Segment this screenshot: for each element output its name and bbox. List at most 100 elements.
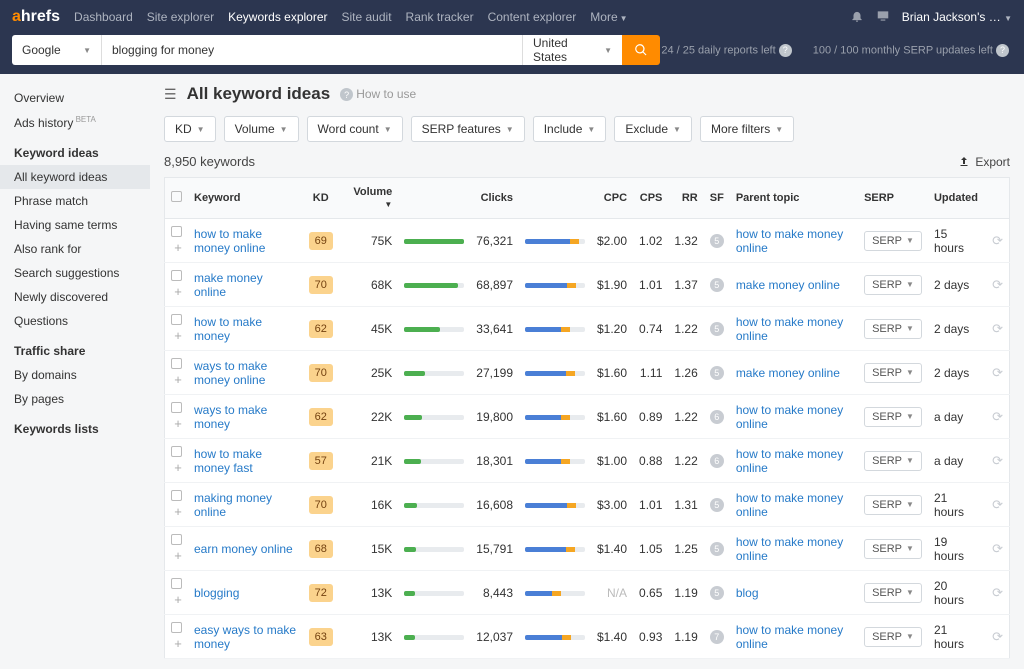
serp-button[interactable]: SERP ▼ [864, 363, 922, 383]
expand-icon[interactable]: + [174, 592, 182, 607]
refresh-icon[interactable]: ⟳ [992, 585, 1003, 600]
row-checkbox[interactable] [171, 578, 182, 589]
expand-icon[interactable]: + [174, 504, 182, 519]
nav-more[interactable]: More▼ [590, 10, 627, 24]
sidebar-item-newly-discovered[interactable]: Newly discovered [0, 285, 150, 309]
col-parent[interactable]: Parent topic [730, 178, 858, 219]
refresh-icon[interactable]: ⟳ [992, 321, 1003, 336]
serp-button[interactable]: SERP ▼ [864, 319, 922, 339]
col-keyword[interactable]: Keyword [188, 178, 303, 219]
nav-keywords-explorer[interactable]: Keywords explorer [228, 10, 327, 24]
row-checkbox[interactable] [171, 622, 182, 633]
refresh-icon[interactable]: ⟳ [992, 541, 1003, 556]
col-cps[interactable]: CPS [633, 178, 668, 219]
parent-topic-link[interactable]: how to make money online [736, 535, 843, 563]
sidebar-item-all-keyword-ideas[interactable]: All keyword ideas [0, 165, 150, 189]
sidebar-item-phrase-match[interactable]: Phrase match [0, 189, 150, 213]
filter-include[interactable]: Include ▼ [533, 116, 607, 142]
select-all-checkbox[interactable] [171, 191, 182, 202]
sidebar-item-by-domains[interactable]: By domains [0, 363, 150, 387]
expand-icon[interactable]: + [174, 328, 182, 343]
serp-features-badge[interactable]: 6 [710, 410, 724, 424]
parent-topic-link[interactable]: blog [736, 586, 759, 600]
search-button[interactable] [622, 35, 660, 65]
filter-serp-features[interactable]: SERP features ▼ [411, 116, 525, 142]
user-menu[interactable]: Brian Jackson's … ▼ [902, 10, 1012, 24]
sidebar-item-search-suggestions[interactable]: Search suggestions [0, 261, 150, 285]
parent-topic-link[interactable]: how to make money online [736, 315, 843, 343]
serp-features-badge[interactable]: 5 [710, 586, 724, 600]
filter-exclude[interactable]: Exclude ▼ [614, 116, 692, 142]
serp-button[interactable]: SERP ▼ [864, 627, 922, 647]
country-select[interactable]: United States▼ [522, 35, 622, 65]
keyword-link[interactable]: how to make money online [194, 227, 265, 255]
export-button[interactable]: Export [958, 155, 1010, 169]
serp-button[interactable]: SERP ▼ [864, 583, 922, 603]
col-serp[interactable]: SERP [858, 178, 928, 219]
logo[interactable]: ahrefs [12, 8, 60, 26]
keyword-link[interactable]: ways to make money online [194, 359, 267, 387]
serp-features-badge[interactable]: 7 [710, 630, 724, 644]
expand-icon[interactable]: + [174, 284, 182, 299]
col-updated[interactable]: Updated [928, 178, 986, 219]
serp-features-badge[interactable]: 6 [710, 454, 724, 468]
refresh-icon[interactable]: ⟳ [992, 629, 1003, 644]
col-cpc[interactable]: CPC [591, 178, 633, 219]
col-rr[interactable]: RR [668, 178, 703, 219]
refresh-icon[interactable]: ⟳ [992, 233, 1003, 248]
sidebar-item-by-pages[interactable]: By pages [0, 387, 150, 411]
col-kd[interactable]: KD [303, 178, 339, 219]
nav-rank-tracker[interactable]: Rank tracker [406, 10, 474, 24]
expand-icon[interactable]: + [174, 240, 182, 255]
serp-features-badge[interactable]: 5 [710, 322, 724, 336]
filter-volume[interactable]: Volume ▼ [224, 116, 299, 142]
collapse-sidebar-icon[interactable]: ☰ [164, 86, 177, 103]
serp-features-badge[interactable]: 5 [710, 498, 724, 512]
info-icon[interactable]: ? [779, 44, 792, 57]
refresh-icon[interactable]: ⟳ [992, 277, 1003, 292]
expand-icon[interactable]: + [174, 416, 182, 431]
serp-button[interactable]: SERP ▼ [864, 275, 922, 295]
parent-topic-link[interactable]: how to make money online [736, 403, 843, 431]
row-checkbox[interactable] [171, 270, 182, 281]
nav-site-audit[interactable]: Site audit [342, 10, 392, 24]
how-to-use[interactable]: ?How to use [340, 87, 416, 102]
bell-icon[interactable] [850, 9, 864, 26]
keyword-link[interactable]: how to make money fast [194, 447, 262, 475]
col-volume[interactable]: Volume ▼ [339, 178, 399, 219]
col-clicks[interactable]: Clicks [470, 178, 519, 219]
serp-button[interactable]: SERP ▼ [864, 407, 922, 427]
parent-topic-link[interactable]: make money online [736, 278, 840, 292]
filter-more-filters[interactable]: More filters ▼ [700, 116, 794, 142]
parent-topic-link[interactable]: how to make money online [736, 623, 843, 651]
refresh-icon[interactable]: ⟳ [992, 365, 1003, 380]
serp-features-badge[interactable]: 5 [710, 278, 724, 292]
info-icon[interactable]: ? [996, 44, 1009, 57]
nav-site-explorer[interactable]: Site explorer [147, 10, 214, 24]
refresh-icon[interactable]: ⟳ [992, 453, 1003, 468]
filter-word-count[interactable]: Word count ▼ [307, 116, 403, 142]
sidebar-item-ads-history[interactable]: Ads history BETA [0, 110, 150, 135]
serp-features-badge[interactable]: 5 [710, 234, 724, 248]
keyword-input[interactable] [102, 35, 522, 65]
refresh-icon[interactable]: ⟳ [992, 497, 1003, 512]
parent-topic-link[interactable]: how to make money online [736, 447, 843, 475]
parent-topic-link[interactable]: how to make money online [736, 491, 843, 519]
filter-kd[interactable]: KD ▼ [164, 116, 216, 142]
parent-topic-link[interactable]: how to make money online [736, 227, 843, 255]
keyword-link[interactable]: ways to make money [194, 403, 267, 431]
row-checkbox[interactable] [171, 446, 182, 457]
serp-features-badge[interactable]: 5 [710, 542, 724, 556]
sidebar-item-having-same-terms[interactable]: Having same terms [0, 213, 150, 237]
row-checkbox[interactable] [171, 490, 182, 501]
row-checkbox[interactable] [171, 226, 182, 237]
monitor-icon[interactable] [876, 9, 890, 26]
keyword-link[interactable]: make money online [194, 271, 263, 299]
nav-content-explorer[interactable]: Content explorer [488, 10, 577, 24]
refresh-icon[interactable]: ⟳ [992, 409, 1003, 424]
expand-icon[interactable]: + [174, 372, 182, 387]
keyword-link[interactable]: how to make money [194, 315, 262, 343]
nav-dashboard[interactable]: Dashboard [74, 10, 133, 24]
serp-features-badge[interactable]: 5 [710, 366, 724, 380]
sidebar-item-also-rank-for[interactable]: Also rank for [0, 237, 150, 261]
